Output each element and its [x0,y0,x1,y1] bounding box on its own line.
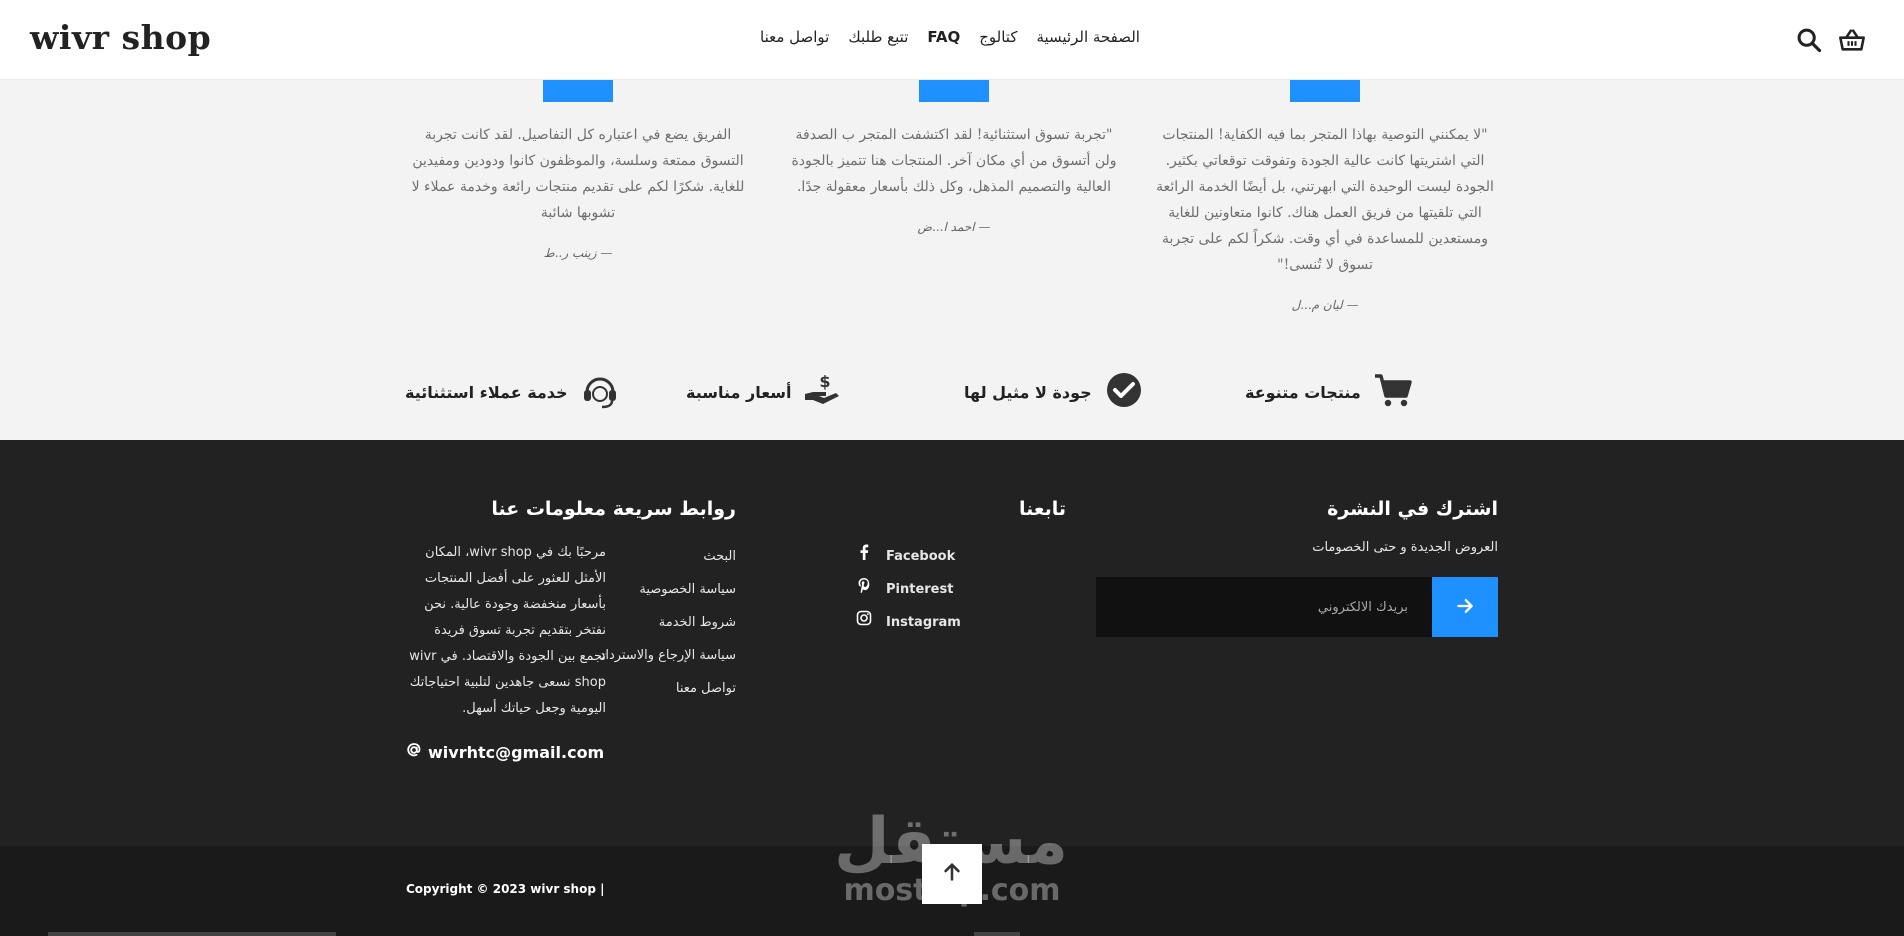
contact-email[interactable]: wivrhtc@gmail.com [406,742,606,762]
nav-track-order[interactable]: تتبع طلبك [848,28,908,46]
nav-faq[interactable]: FAQ [927,28,960,46]
social-label: Pinterest [886,582,954,597]
features-row: منتجات متنوعة جودة لا مثيل لها $ أسعار م… [0,362,1904,442]
testimonial-quote: الفريق يضع في اعتباره كل التفاصيل. لقد ك… [411,127,745,221]
hand-dollar-icon: $ [803,370,843,414]
feature-item: خدمة عملاء استثنائية [405,362,620,422]
nav-home[interactable]: الصفحة الرئيسية [1036,28,1140,46]
newsletter-submit-button[interactable] [1432,577,1498,637]
instagram-icon [856,606,872,639]
testimonials-section: "لا يمكنني التوصية بهاذا المتجر بما فيه … [0,80,1904,330]
testimonial-accent-bar [1290,80,1360,102]
contact-email-text: wivrhtc@gmail.com [428,742,605,762]
social-link-facebook[interactable]: Facebook [856,540,1066,573]
site-footer: اشترك في النشرة العروض الجديدة و حتى الخ… [0,440,1904,846]
testimonial-author: — احمد ا...ض [917,220,991,234]
cart-icon [1373,370,1413,414]
social-link-instagram[interactable]: Instagram [856,606,1066,639]
arrow-up-icon [941,861,963,887]
about-text: مرحبًا بك في wivr shop، المكان الأمثل لل… [409,545,606,716]
testimonial-card: "لا يمكنني التوصية بهاذا المتجر بما فيه … [1155,80,1495,312]
arrow-right-icon [1455,596,1475,619]
search-icon[interactable] [1795,26,1823,54]
testimonial-accent-bar [919,80,989,102]
newsletter-title: اشترك في النشرة [1327,498,1498,520]
testimonial-accent-bar [543,80,613,102]
follow-column: تابعنا Facebook Pinterest Instagram [856,498,1066,639]
feature-item: منتجات متنوعة [1245,362,1413,422]
nav-catalog[interactable]: كتالوج [979,28,1017,46]
at-icon [406,742,422,762]
svg-text:$: $ [820,372,831,391]
newsletter-form [1096,577,1498,637]
newsletter-email-input[interactable] [1096,577,1432,637]
check-circle-icon [1104,370,1144,414]
testimonial-author: — ليان م...ل [1291,298,1359,312]
social-label: Instagram [886,615,961,630]
testimonial-quote: "لا يمكنني التوصية بهاذا المتجر بما فيه … [1156,127,1494,273]
back-to-top-button[interactable] [922,844,982,904]
social-label: Facebook [886,549,956,564]
basket-icon[interactable] [1838,26,1866,54]
testimonial-card: الفريق يضع في اعتباره كل التفاصيل. لقد ك… [408,80,748,260]
bottom-strip [974,932,1020,936]
social-links: Facebook Pinterest Instagram [856,540,1066,639]
copyright-text: Copyright © 2023 wivr shop | [406,882,605,896]
bottom-strip [48,932,336,936]
follow-title: تابعنا [1018,498,1066,520]
feature-item: جودة لا مثيل لها [964,362,1144,422]
newsletter-text: العروض الجديدة و حتى الخصومات [1312,540,1498,555]
site-header: wivr shop الصفحة الرئيسية كتالوج FAQ تتب… [0,0,1904,80]
testimonial-card: "تجربة تسوق استثنائية! لقد اكتشفت المتجر… [784,80,1124,234]
feature-item: $ أسعار مناسبة [686,362,843,422]
newsletter-block: اشترك في النشرة العروض الجديدة و حتى الخ… [1096,498,1498,637]
social-link-pinterest[interactable]: Pinterest [856,573,1066,606]
feature-label: أسعار مناسبة [686,382,792,402]
nav-contact[interactable]: تواصل معنا [760,28,829,46]
main-nav: الصفحة الرئيسية كتالوج FAQ تتبع طلبك توا… [760,28,1140,46]
testimonial-quote: "تجربة تسوق استثنائية! لقد اكتشفت المتجر… [791,127,1117,195]
testimonial-author: — زينب ر..ط [543,246,613,260]
feature-label: منتجات متنوعة [1245,382,1361,402]
facebook-icon [856,540,872,573]
feature-label: خدمة عملاء استثنائية [405,382,568,402]
about-title: معلومات عنا [491,498,606,520]
site-logo[interactable]: wivr shop [30,18,211,57]
pinterest-icon [856,573,872,606]
about-column: معلومات عنا مرحبًا بك في wivr shop، المك… [406,498,606,762]
feature-label: جودة لا مثيل لها [964,382,1092,402]
headset-icon [580,370,620,414]
